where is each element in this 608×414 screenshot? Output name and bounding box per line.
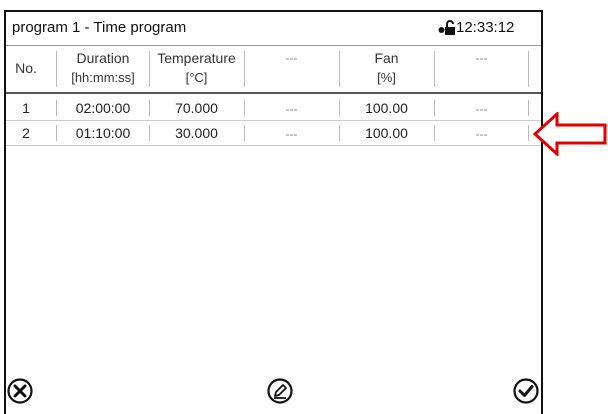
- column-divider: [434, 51, 435, 87]
- column-divider: [149, 125, 150, 141]
- column-header-3: ---: [244, 46, 339, 92]
- column-header-no-label: No.: [15, 60, 37, 76]
- check-circle-icon[interactable]: [513, 378, 539, 404]
- cell-no: 2: [22, 125, 30, 141]
- cell-temperature[interactable]: 70.000: [149, 100, 244, 116]
- cell-fan[interactable]: 100.00: [339, 125, 434, 141]
- cell-empty[interactable]: ---: [244, 127, 339, 141]
- column-header-fan: Fan [%]: [339, 46, 434, 92]
- page-title: program 1 - Time program: [12, 19, 187, 36]
- column-header-fan-label: Fan: [374, 50, 399, 66]
- cell-empty[interactable]: ---: [434, 127, 529, 141]
- column-header-5: ---: [434, 46, 529, 92]
- column-divider: [149, 51, 150, 87]
- table-header: No. Duration [hh:mm:ss] Temperature [°C]…: [6, 46, 541, 94]
- column-header-duration-label: Duration: [76, 50, 130, 66]
- column-divider: [56, 125, 57, 141]
- column-divider: [339, 100, 340, 116]
- column-divider: [528, 51, 529, 87]
- lock-icon: [438, 20, 455, 35]
- cell-no: 1: [22, 100, 30, 116]
- column-divider: [149, 100, 150, 116]
- column-header-duration-unit: [hh:mm:ss]: [71, 70, 135, 85]
- column-header-temperature: Temperature [°C]: [149, 46, 244, 92]
- column-divider: [244, 100, 245, 116]
- column-header-fan-unit: [%]: [377, 70, 396, 85]
- table-row[interactable]: 2 01:10:00 30.000 --- 100.00 ---: [6, 121, 541, 146]
- column-divider: [339, 125, 340, 141]
- column-header-duration: Duration [hh:mm:ss]: [57, 46, 149, 92]
- cell-empty[interactable]: ---: [244, 102, 339, 116]
- table-row[interactable]: 1 02:00:00 70.000 --- 100.00 ---: [6, 96, 541, 121]
- edit-pencil-icon[interactable]: [267, 378, 293, 404]
- column-divider: [528, 125, 529, 141]
- program-screen: program 1 - Time program 12:33:12 No. Du…: [4, 10, 543, 414]
- column-divider: [434, 125, 435, 141]
- column-header-5-label: ---: [475, 51, 488, 65]
- clock: 12:33:12: [456, 19, 515, 36]
- column-divider: [434, 100, 435, 116]
- cell-empty[interactable]: ---: [434, 102, 529, 116]
- title-bar: program 1 - Time program 12:33:12: [6, 12, 541, 46]
- column-divider: [56, 51, 57, 87]
- cell-duration[interactable]: 01:10:00: [57, 125, 149, 141]
- column-divider: [244, 51, 245, 87]
- column-divider: [528, 100, 529, 116]
- arrow-left-icon: [533, 112, 607, 156]
- column-header-temperature-label: Temperature: [157, 50, 236, 66]
- column-divider: [244, 125, 245, 141]
- cell-temperature[interactable]: 30.000: [149, 125, 244, 141]
- column-header-temperature-unit: [°C]: [185, 70, 208, 85]
- column-header-3-label: ---: [285, 51, 298, 65]
- column-divider: [56, 100, 57, 116]
- close-circle-icon[interactable]: [7, 378, 33, 404]
- column-divider: [339, 51, 340, 87]
- column-header-no: No.: [6, 46, 46, 92]
- cell-fan[interactable]: 100.00: [339, 100, 434, 116]
- cell-duration[interactable]: 02:00:00: [57, 100, 149, 116]
